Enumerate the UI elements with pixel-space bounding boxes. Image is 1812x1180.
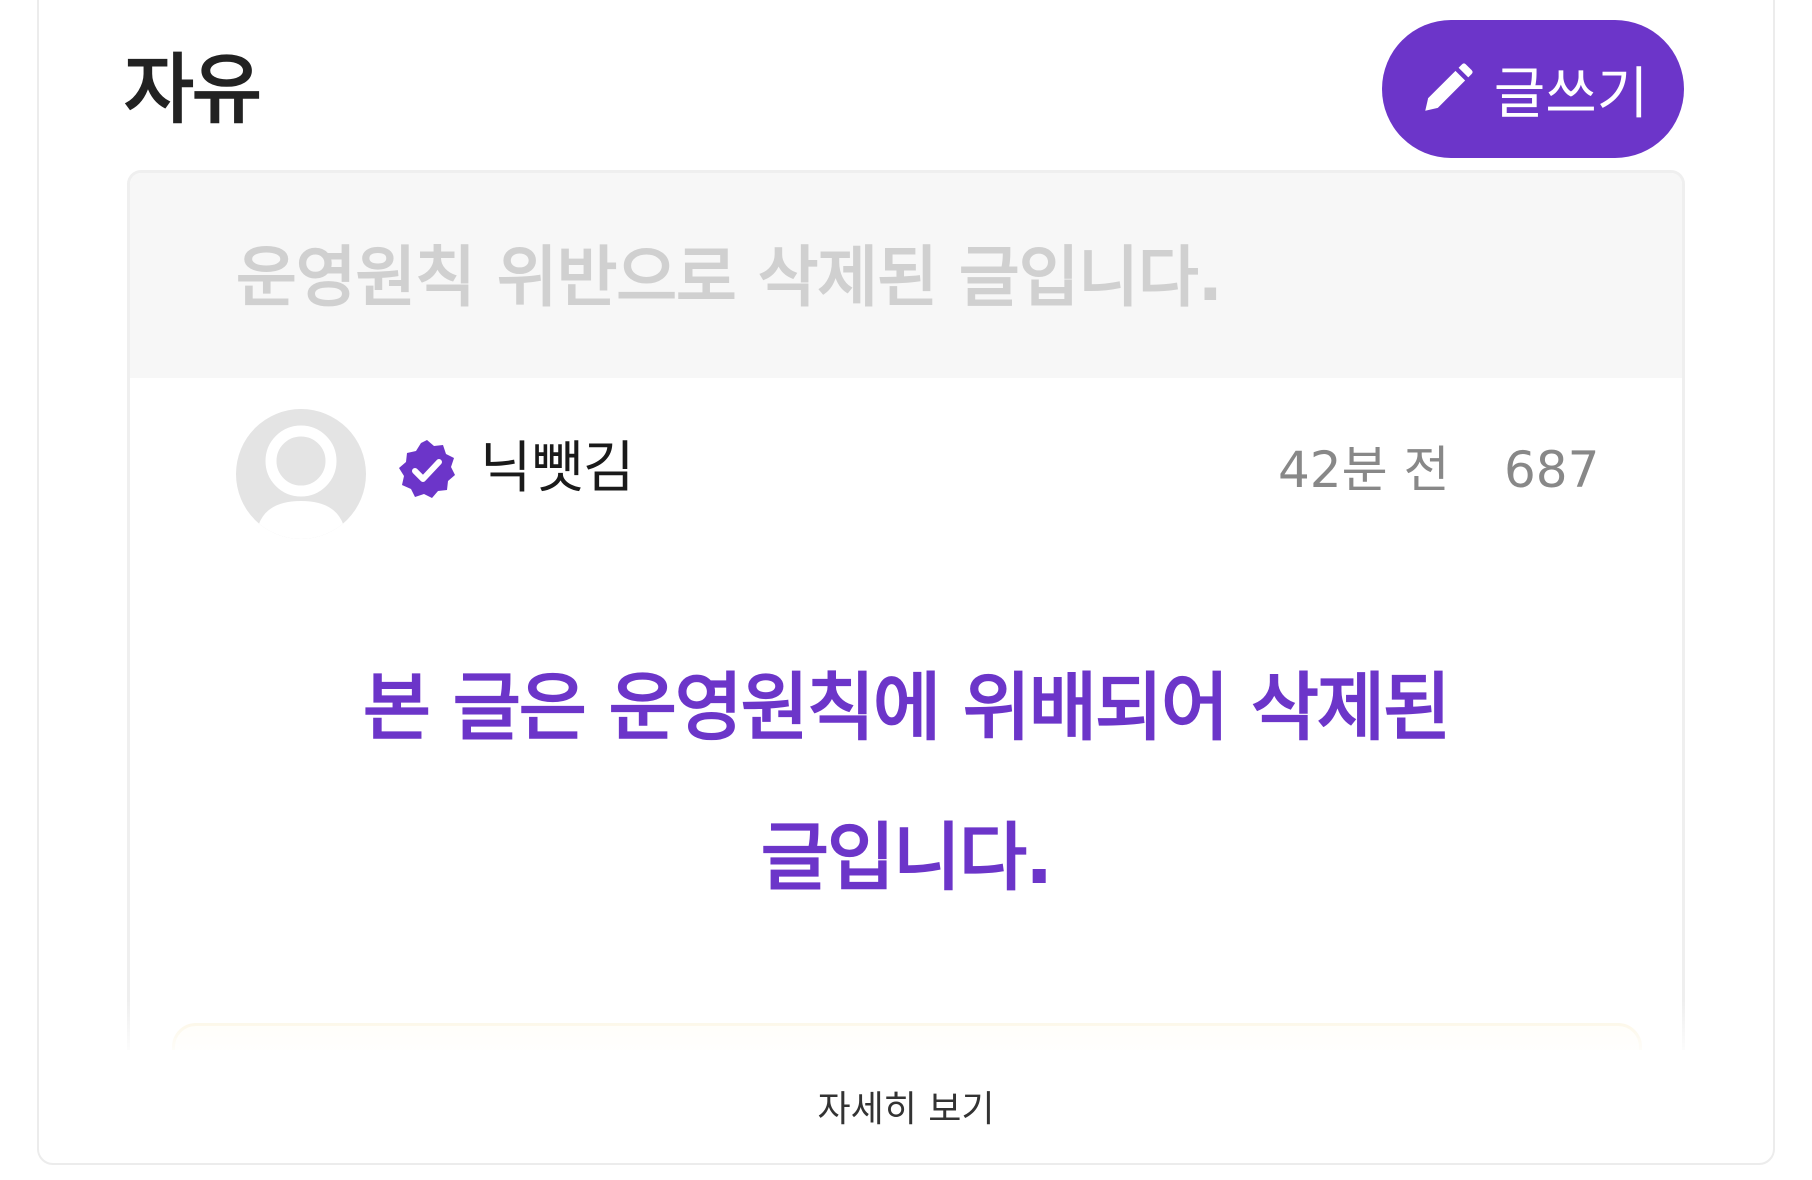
deleted-notice-line-1: 본 글은 운영원칙에 위배되어 삭제된 — [362, 665, 1451, 751]
pencil-icon — [1418, 60, 1476, 118]
deleted-notice: 본 글은 운영원칙에 위배되어 삭제된 글입니다. — [130, 633, 1682, 933]
post-header: 운영원칙 위반으로 삭제된 글입니다. — [130, 173, 1682, 378]
post-title: 운영원칙 위반으로 삭제된 글입니다. — [236, 239, 1223, 316]
write-button-label: 글쓰기 — [1493, 61, 1649, 127]
post-time: 42분 전 — [1278, 441, 1450, 499]
avatar — [236, 409, 366, 539]
post-card[interactable]: 운영원칙 위반으로 삭제된 글입니다. 닉뺏김 42분 전 687 본 글은 운… — [127, 170, 1685, 1050]
deleted-notice-line-2: 글입니다. — [760, 815, 1053, 901]
author-name[interactable]: 닉뺏김 — [480, 429, 635, 509]
verified-badge-icon — [394, 437, 460, 503]
write-button[interactable]: 글쓰기 — [1382, 20, 1684, 158]
view-more-link[interactable]: 자세히 보기 — [0, 1080, 1812, 1140]
board-title: 자유 — [124, 45, 262, 134]
view-count: 687 — [1504, 441, 1600, 499]
content-fade — [127, 1000, 1685, 1060]
